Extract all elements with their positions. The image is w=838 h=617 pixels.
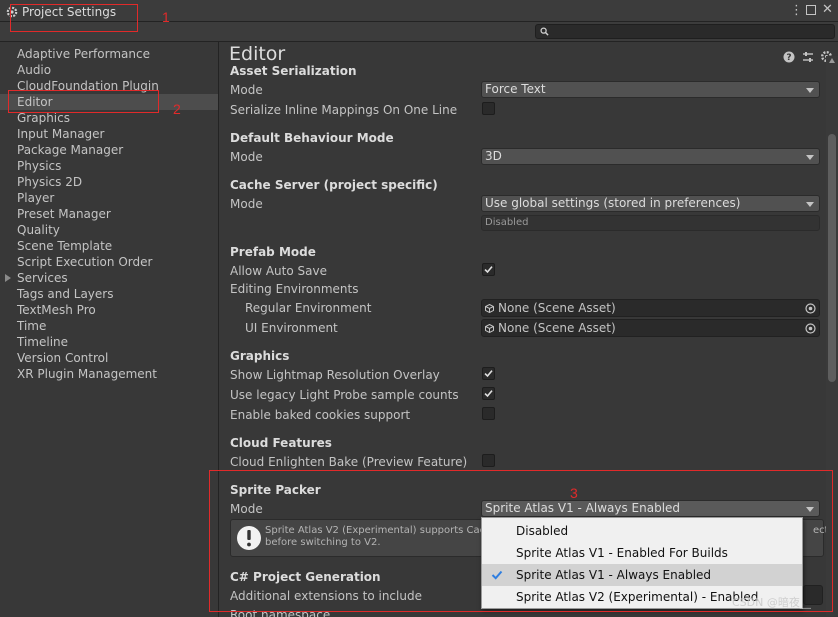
checkmark-icon <box>484 370 493 378</box>
sidebar-item-preset-manager[interactable]: Preset Manager <box>0 206 218 222</box>
baked-cookies-label: Enable baked cookies support <box>230 408 411 422</box>
help-icon[interactable]: ? <box>783 51 795 63</box>
checkmark-icon <box>484 266 493 274</box>
sidebar-item-services[interactable]: Services <box>0 270 218 286</box>
cache-server-mode-dropdown[interactable]: Use global settings (stored in preferenc… <box>481 195 820 212</box>
cloud-enlighten-label: Cloud Enlighten Bake (Preview Feature) <box>230 455 468 469</box>
scrollbar-thumb[interactable] <box>828 134 836 382</box>
editing-environments-label: Editing Environments <box>230 282 359 296</box>
ui-environment-field[interactable]: None (Scene Asset) <box>481 319 820 337</box>
asset-serialization-mode-label: Mode <box>230 83 263 97</box>
chevron-down-icon <box>806 202 814 207</box>
ui-environment-label: UI Environment <box>245 321 338 335</box>
maximize-icon[interactable] <box>806 5 816 15</box>
default-behaviour-mode-dropdown[interactable]: 3D <box>481 148 820 165</box>
lightmap-overlay-label: Show Lightmap Resolution Overlay <box>230 368 440 382</box>
sidebar-item-tags-and-layers[interactable]: Tags and Layers <box>0 286 218 302</box>
scene-asset-icon <box>485 304 494 313</box>
asset-serialization-mode-dropdown[interactable]: Force Text <box>481 81 820 98</box>
cloud-enlighten-checkbox[interactable] <box>482 454 495 467</box>
serialize-inline-checkbox[interactable] <box>482 102 495 115</box>
cache-server-status-field: Disabled <box>481 215 820 231</box>
sidebar-item-script-execution-order[interactable]: Script Execution Order <box>0 254 218 270</box>
section-cloud-features: Cloud Features <box>230 436 332 450</box>
search-input[interactable] <box>535 24 835 39</box>
chevron-down-icon <box>806 155 814 160</box>
sidebar-item-player[interactable]: Player <box>0 190 218 206</box>
object-picker-icon[interactable] <box>805 303 816 314</box>
sidebar-item-version-control[interactable]: Version Control <box>0 350 218 366</box>
sidebar-item-audio[interactable]: Audio <box>0 62 218 78</box>
annotation-box-3 <box>209 470 833 612</box>
sidebar-item-package-manager[interactable]: Package Manager <box>0 142 218 158</box>
allow-auto-save-label: Allow Auto Save <box>230 264 327 278</box>
serialize-inline-label: Serialize Inline Mappings On One Line <box>230 103 458 117</box>
checkmark-icon <box>484 390 493 398</box>
sidebar-item-textmesh-pro[interactable]: TextMesh Pro <box>0 302 218 318</box>
lightmap-overlay-checkbox[interactable] <box>482 367 495 380</box>
annotation-box-1 <box>10 4 138 32</box>
default-behaviour-mode-label: Mode <box>230 150 263 164</box>
section-asset-serialization: Asset Serialization <box>230 64 357 78</box>
settings-sidebar: Adaptive Performance Audio CloudFoundati… <box>0 42 219 617</box>
allow-auto-save-checkbox[interactable] <box>482 263 495 276</box>
sidebar-item-physics-2d[interactable]: Physics 2D <box>0 174 218 190</box>
sidebar-item-adaptive-performance[interactable]: Adaptive Performance <box>0 46 218 62</box>
object-picker-icon[interactable] <box>805 323 816 334</box>
section-prefab-mode: Prefab Mode <box>230 245 316 259</box>
chevron-down-icon <box>806 88 814 93</box>
annotation-number-2: 2 <box>173 101 181 117</box>
svg-text:?: ? <box>786 53 791 63</box>
annotation-number-3: 3 <box>570 485 578 501</box>
baked-cookies-checkbox[interactable] <box>482 407 495 420</box>
legacy-light-probe-checkbox[interactable] <box>482 387 495 400</box>
sidebar-item-xr-plugin-management[interactable]: XR Plugin Management <box>0 366 218 382</box>
regular-environment-label: Regular Environment <box>245 301 372 315</box>
sidebar-item-input-manager[interactable]: Input Manager <box>0 126 218 142</box>
page-title: Editor <box>229 43 286 65</box>
watermark: CSDN @暗夜__ <box>732 596 811 609</box>
legacy-light-probe-label: Use legacy Light Probe sample counts <box>230 388 459 402</box>
scroll-up-icon[interactable] <box>829 58 835 63</box>
section-cache-server: Cache Server (project specific) <box>230 178 438 192</box>
sidebar-item-physics[interactable]: Physics <box>0 158 218 174</box>
annotation-box-2 <box>8 90 159 113</box>
expand-arrow-icon[interactable] <box>5 274 11 282</box>
section-default-behaviour-mode: Default Behaviour Mode <box>230 131 394 145</box>
regular-environment-field[interactable]: None (Scene Asset) <box>481 299 820 317</box>
cache-server-mode-label: Mode <box>230 197 263 211</box>
close-icon[interactable]: ✕ <box>822 2 833 17</box>
kebab-menu-icon[interactable]: ⋮ <box>790 3 803 18</box>
scene-asset-icon <box>485 324 494 333</box>
section-graphics: Graphics <box>230 349 290 363</box>
sidebar-item-scene-template[interactable]: Scene Template <box>0 238 218 254</box>
sliders-icon[interactable] <box>802 51 814 63</box>
sidebar-item-quality[interactable]: Quality <box>0 222 218 238</box>
search-icon <box>540 27 549 36</box>
sidebar-item-time[interactable]: Time <box>0 318 218 334</box>
sidebar-item-timeline[interactable]: Timeline <box>0 334 218 350</box>
annotation-number-1: 1 <box>162 9 170 25</box>
